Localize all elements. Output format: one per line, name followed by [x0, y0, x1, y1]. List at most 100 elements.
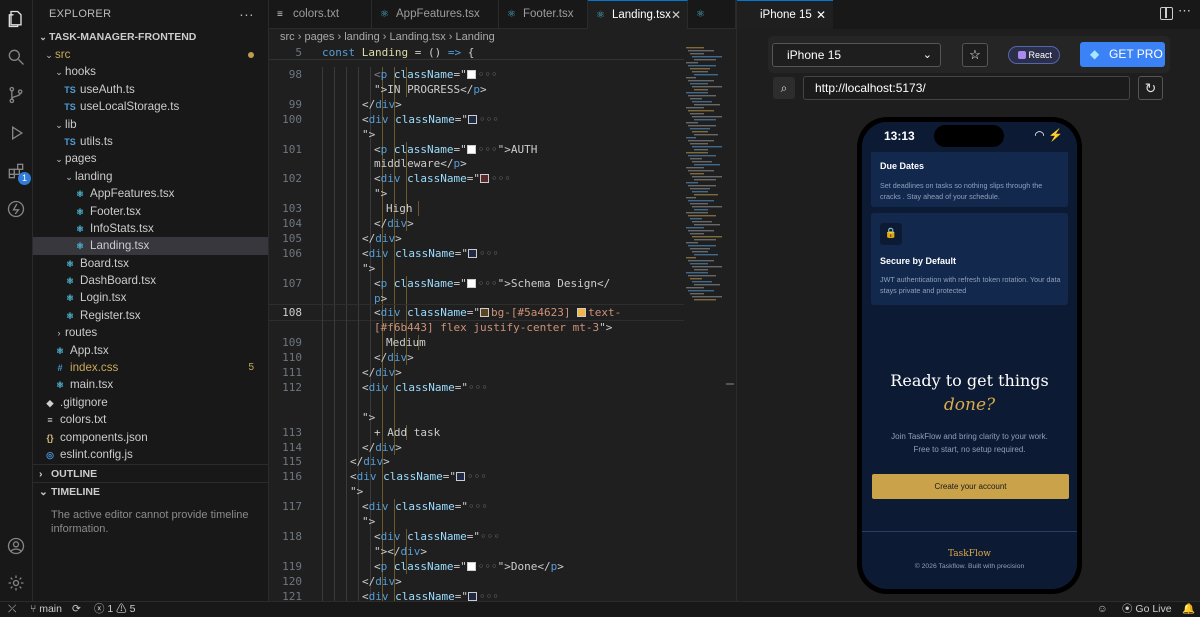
tree-file[interactable]: ⚛ Login.tsx: [33, 289, 268, 306]
tree-file[interactable]: TS useLocalStorage.ts: [33, 98, 268, 115]
code-line[interactable]: 100 <div className=" ◦◦◦: [269, 111, 684, 127]
tree-file[interactable]: # index.css 5: [33, 359, 268, 376]
editor-scrollbar[interactable]: [726, 45, 734, 601]
tree-folder[interactable]: ⌄ pages: [33, 150, 268, 167]
code-line[interactable]: "></div>: [269, 543, 684, 559]
url-input[interactable]: http://localhost:5173/: [803, 76, 1130, 100]
code-line[interactable]: 103 High: [269, 201, 684, 217]
code-line[interactable]: [#f6b443] flex justify-center mt-3">: [269, 320, 684, 336]
code-line[interactable]: 114 </div>: [269, 439, 684, 455]
account-icon[interactable]: [5, 535, 27, 557]
code-line[interactable]: ">: [269, 409, 684, 425]
code-line[interactable]: 118 <div className="◦◦◦: [269, 528, 684, 544]
tree-file[interactable]: ⚛ AppFeatures.tsx: [33, 185, 268, 202]
tree-file[interactable]: ⚛ DashBoard.tsx: [33, 272, 268, 289]
code-line[interactable]: ">IN PROGRESS</p>: [269, 81, 684, 97]
tree-file[interactable]: ⚛ Register.tsx: [33, 307, 268, 324]
code-line[interactable]: ">: [269, 484, 684, 500]
tree-file[interactable]: ⚛ App.tsx: [33, 342, 268, 359]
timeline-section[interactable]: ⌄ TIMELINE The active editor cannot provi…: [33, 482, 268, 544]
tree-file[interactable]: TS utils.ts: [33, 133, 268, 150]
breadcrumb-item[interactable]: src: [280, 31, 295, 43]
tab-colors-txt[interactable]: ≡ colors.txt: [269, 0, 372, 29]
go-live-button[interactable]: ⦿ Go Live: [1122, 602, 1172, 617]
search-icon[interactable]: ⌕: [773, 77, 795, 99]
tree-file[interactable]: TS useAuth.ts: [33, 81, 268, 98]
minimap[interactable]: [684, 45, 724, 303]
code-line[interactable]: middleware</p>: [269, 156, 684, 172]
code-line[interactable]: ">: [269, 514, 684, 529]
tree-file[interactable]: ⚛ InfoStats.tsx: [33, 220, 268, 237]
device-select[interactable]: iPhone 15 ⌄: [772, 43, 941, 67]
code-line[interactable]: 108 <div className=" bg-[#5a4623] text-: [269, 304, 684, 322]
more-actions-icon[interactable]: ⋯: [1178, 3, 1191, 19]
breadcrumb-item[interactable]: Landing.tsx: [389, 31, 445, 43]
notifications-bell-icon[interactable]: 🔔: [1182, 602, 1195, 617]
tab-appfeatures-tsx[interactable]: ⚛ AppFeatures.tsx: [372, 0, 499, 29]
code-line[interactable]: p>: [269, 290, 684, 306]
code-line[interactable]: 113 + Add task: [269, 424, 684, 440]
reload-button[interactable]: ↻: [1138, 76, 1163, 100]
tree-file[interactable]: ⚛ Board.tsx: [33, 255, 268, 272]
code-line[interactable]: 102 <div className=" ◦◦◦: [269, 171, 684, 187]
tree-file[interactable]: ◎ eslint.config.js: [33, 446, 268, 463]
preview-tab[interactable]: iPhone 15 ✕: [737, 0, 833, 29]
tree-file[interactable]: ⚛ main.tsx: [33, 376, 268, 393]
code-line[interactable]: 116 <div className=" ◦◦◦: [269, 469, 684, 485]
react-button[interactable]: React: [1008, 46, 1060, 64]
phone-screen[interactable]: 13:13 ◠ ⚡ Due Dates Set deadlines on tas…: [862, 122, 1077, 589]
tree-folder[interactable]: ⌄ hooks: [33, 63, 268, 80]
breadcrumb-item[interactable]: pages: [304, 31, 334, 43]
code-line[interactable]: 101 <p className=" ◦◦◦">AUTH: [269, 141, 684, 157]
code-line[interactable]: 120 </div>: [269, 573, 684, 589]
tree-file[interactable]: ⚛ Footer.tsx: [33, 203, 268, 220]
tab-footer-tsx[interactable]: ⚛ Footer.tsx: [499, 0, 588, 29]
breadcrumb-item[interactable]: Landing: [456, 31, 495, 43]
code-line[interactable]: 110 </div>: [269, 350, 684, 366]
code-line[interactable]: ">: [269, 186, 684, 202]
code-line[interactable]: 99 </div>: [269, 96, 684, 112]
source-control-icon[interactable]: [5, 84, 27, 106]
code-line[interactable]: 112 <div className="◦◦◦: [269, 379, 684, 395]
problems-indicator[interactable]: ⓧ 1 ⚠ 5: [94, 602, 135, 617]
code-line[interactable]: 119 <p className=" ◦◦◦">Done</p>: [269, 558, 684, 574]
breadcrumb[interactable]: src › pages › landing › Landing.tsx › La…: [269, 29, 736, 45]
tree-file[interactable]: {} components.json: [33, 429, 268, 446]
code-line[interactable]: 104 </div>: [269, 216, 684, 231]
remote-indicator-icon[interactable]: ⤫: [8, 602, 16, 617]
code-line[interactable]: 121 <div className=" ◦◦◦: [269, 588, 684, 601]
run-debug-icon[interactable]: [5, 122, 27, 144]
code-line[interactable]: 115 </div>: [269, 454, 684, 470]
copilot-icon[interactable]: ☺: [1097, 602, 1108, 617]
more-actions-icon[interactable]: ···: [239, 0, 254, 29]
code-line[interactable]: 105 </div>: [269, 230, 684, 246]
code-line[interactable]: 109 Medium: [269, 335, 684, 351]
code-line[interactable]: [269, 394, 684, 410]
branch-indicator[interactable]: ⑂ main: [30, 602, 62, 617]
sticky-scroll-line[interactable]: 5 const Landing = () => {: [269, 45, 684, 60]
extensions-icon[interactable]: 1: [5, 160, 31, 185]
create-account-button[interactable]: Create your account: [872, 474, 1069, 499]
tree-folder[interactable]: ⌄ landing: [33, 168, 268, 185]
search-icon[interactable]: [5, 46, 27, 68]
remote-icon[interactable]: [5, 198, 27, 220]
code-line[interactable]: 111 </div>: [269, 365, 684, 380]
explorer-icon[interactable]: [5, 8, 27, 30]
code-line[interactable]: 106 <div className=" ◦◦◦: [269, 245, 684, 261]
sync-icon[interactable]: ⟳: [72, 602, 81, 617]
code-area[interactable]: 5 const Landing = () => { 98 <p className="…: [269, 45, 684, 601]
tree-folder[interactable]: › routes: [33, 324, 268, 341]
favorite-button[interactable]: ☆: [962, 43, 988, 67]
code-line[interactable]: 117 <div className="◦◦◦: [269, 499, 684, 515]
code-line[interactable]: ">: [269, 260, 684, 276]
tree-folder[interactable]: ⌄ src: [33, 46, 268, 63]
project-root[interactable]: ⌄ TASK-MANAGER-FRONTEND: [33, 29, 268, 46]
tree-file[interactable]: ⚛ Landing.tsx: [33, 237, 268, 255]
split-editor-icon[interactable]: [1160, 7, 1173, 20]
settings-gear-icon[interactable]: [5, 572, 27, 594]
close-icon[interactable]: ✕: [816, 1, 826, 30]
outline-section[interactable]: › OUTLINE: [33, 464, 268, 482]
breadcrumb-item[interactable]: landing: [344, 31, 379, 43]
tree-file[interactable]: ≡ colors.txt: [33, 411, 268, 428]
code-line[interactable]: 98 <p className=" ◦◦◦: [269, 67, 684, 82]
